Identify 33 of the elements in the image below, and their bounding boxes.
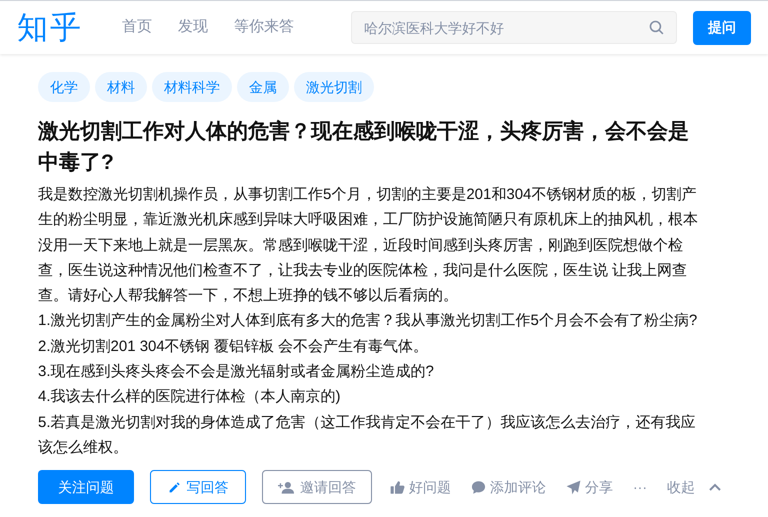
nav-link[interactable]: 首页	[122, 16, 152, 39]
speech-bubble-icon	[471, 480, 486, 495]
search-field[interactable]: 哈尔滨医科大学好不好	[351, 11, 677, 44]
question-paragraph: 2.激光切割201 304不锈钢 覆铝锌板 会不会产生有毒气体。	[38, 336, 430, 357]
topic-tag[interactable]: 材料	[95, 72, 147, 102]
action-button[interactable]: 写回答	[150, 470, 246, 504]
topic-tag[interactable]: 材料科学	[152, 72, 232, 102]
question-paragraph: 3.现在感到头疼头疼会不会是激光辐射或者金属粉尘造成的?	[38, 362, 435, 382]
action-link[interactable]: 分享	[566, 476, 613, 498]
question-paragraph: 4.我该去什么样的医院进行体检（本人南京的)	[38, 387, 342, 408]
action-link[interactable]: 添加评论	[471, 476, 546, 498]
action-button[interactable]: 关注问题	[38, 470, 134, 504]
pencil-icon	[168, 480, 180, 494]
ask-button[interactable]: 提问	[693, 10, 751, 44]
search-icon[interactable]	[648, 19, 665, 36]
nav-link[interactable]: 发现	[178, 16, 208, 39]
action-link[interactable]: 收起	[667, 476, 721, 498]
thumbs-up-icon	[390, 480, 405, 495]
question-paragraph: 1.激光切割产生的金属粉尘对人体到底有多大的危害？我从事激光切割工作5个月会不会有了粉尘病?	[38, 311, 698, 332]
action-link[interactable]: 好问题	[390, 476, 451, 498]
chevron-up-icon	[709, 483, 721, 492]
nav-link[interactable]: 等你来答	[234, 16, 294, 39]
logo[interactable]: 知乎	[17, 12, 83, 43]
question-paragraph: 我是数控激光切割机操作员，从事切割工作5个月，切割的主要是201和304不锈钢材质的板，切割产生的粉尘明显，靠近激光机床感到异味大呼吸困难，工厂防护设施简陋只有原机床上的抽风机，根本没用一天下来地上就是一层黑灰。常感到喉咙干涩，近段时间感到头疼厉害，刚跑到医院想做个检查，医生说这种情况他们检查不了，让我去专业的医院体检，我问是什么医院，医生说 让我上网查查。请好心人帮我解答一下，不想上班挣的钱不够以后看病的。	[38, 185, 699, 306]
question-title: 激光切割工作对人体的危害？现在感到喉咙干涩，头疼厉害，会不会是中毒了?	[38, 118, 690, 176]
action-link[interactable]: ···	[633, 476, 647, 498]
topic-tag[interactable]: 化学	[38, 72, 90, 102]
person-plus-icon	[278, 480, 294, 494]
topic-tag[interactable]: 金属	[237, 72, 289, 102]
question-paragraph: 5.若真是激光切割对我的身体造成了危害（这工作我肯定不会在干了）我应该怎么去治疗，还有我应该怎么维权。	[38, 412, 697, 458]
action-button[interactable]: 邀请回答	[262, 470, 372, 504]
topic-tag[interactable]: 激光切割	[294, 72, 374, 102]
paper-plane-icon	[566, 480, 581, 495]
